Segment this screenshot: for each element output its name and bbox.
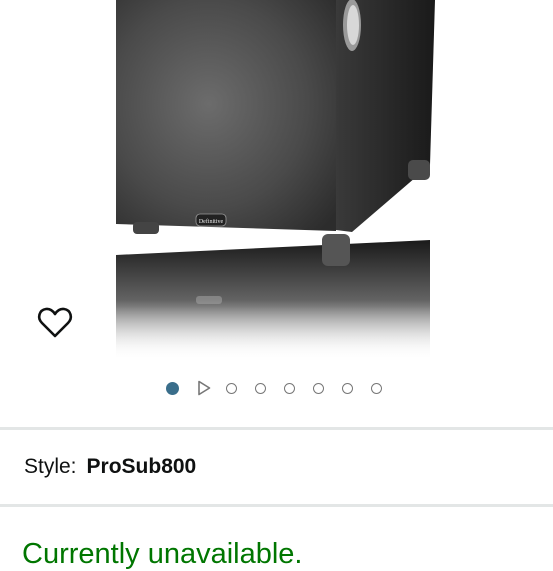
carousel-dot-7[interactable] bbox=[342, 382, 353, 394]
carousel-dot-4[interactable] bbox=[255, 382, 266, 394]
wishlist-button[interactable] bbox=[36, 303, 74, 341]
carousel-dot-3[interactable] bbox=[226, 382, 237, 394]
video-play-icon[interactable] bbox=[197, 380, 211, 396]
availability-status: Currently unavailable. bbox=[22, 538, 303, 570]
carousel-dot-8[interactable] bbox=[371, 382, 382, 394]
section-divider bbox=[0, 427, 553, 430]
style-value: ProSub800 bbox=[86, 455, 197, 478]
product-image[interactable]: Definitive bbox=[0, 0, 553, 360]
style-label: Style: bbox=[24, 455, 77, 478]
style-selector[interactable]: Style: ProSub800 bbox=[24, 455, 196, 479]
carousel-dot-5[interactable] bbox=[284, 382, 295, 394]
carousel-dot-1[interactable] bbox=[166, 381, 179, 395]
section-divider bbox=[0, 504, 553, 507]
subwoofer-image: Definitive bbox=[116, 0, 436, 360]
image-carousel-indicators bbox=[166, 379, 400, 397]
heart-outline-icon bbox=[37, 307, 73, 338]
carousel-dot-6[interactable] bbox=[313, 382, 324, 394]
brand-logo-text: Definitive bbox=[199, 218, 224, 225]
